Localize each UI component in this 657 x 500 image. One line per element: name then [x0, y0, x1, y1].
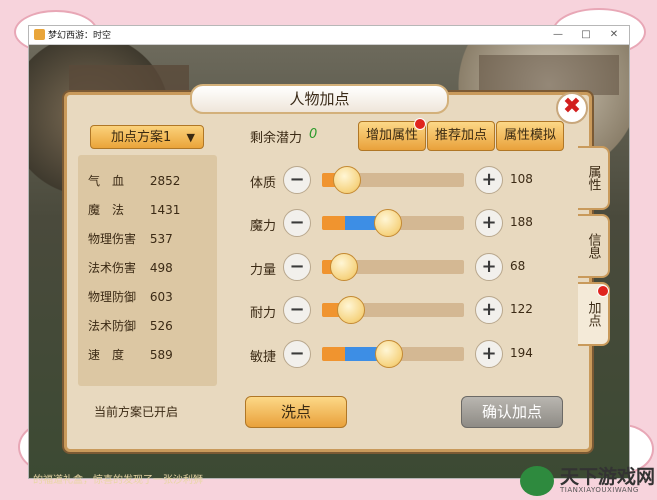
stat-value: 589	[149, 348, 173, 362]
attribute-slider[interactable]	[322, 253, 464, 281]
window-title: 梦幻西游：时空	[48, 31, 112, 41]
stat-value: 498	[149, 261, 173, 275]
close-icon[interactable]: ✖	[556, 92, 588, 124]
stat-row-hp: 气 血 2852	[88, 172, 180, 189]
watermark-url: TIANXIAYOUXIWANG	[560, 486, 639, 494]
attribute-slider[interactable]	[322, 209, 464, 237]
tab-attributes[interactable]: 属性	[578, 146, 610, 210]
minus-icon[interactable]: −	[283, 253, 311, 281]
app-icon	[34, 29, 45, 40]
attribute-label: 体质	[250, 176, 277, 191]
attribute-label: 力量	[250, 263, 277, 278]
window-titlebar: 梦幻西游：时空 — □ ✕	[29, 26, 629, 45]
stat-label: 物理防御	[88, 290, 137, 304]
attribute-value: 194	[510, 346, 533, 360]
chevron-down-icon: ▼	[186, 131, 195, 144]
attribute-label: 敏捷	[250, 350, 277, 365]
attribute-slider[interactable]	[322, 166, 464, 194]
attribute-value: 68	[510, 259, 526, 273]
stat-value: 1431	[149, 203, 181, 217]
plan-dropdown[interactable]: 加点方案1 ▼	[90, 125, 204, 149]
stat-value: 537	[149, 232, 173, 246]
watermark-name: 天下游戏网	[560, 466, 656, 488]
potential-value: 0	[309, 127, 318, 142]
tab-info[interactable]: 信息	[578, 214, 610, 278]
plus-icon[interactable]: +	[475, 253, 503, 281]
attribute-simulate-button[interactable]: 属性模拟	[496, 121, 564, 151]
plan-dropdown-label: 加点方案1	[111, 130, 172, 145]
site-logo-icon	[520, 466, 554, 496]
stat-value: 2852	[149, 174, 181, 188]
minus-icon[interactable]: −	[283, 166, 311, 194]
attribute-label: 耐力	[250, 306, 277, 321]
attribute-label: 魔力	[250, 219, 277, 234]
stats-list: 气 血 2852 魔 法 1431 物理伤害 537 法术伤害 498 物理防御…	[78, 155, 217, 386]
wash-points-button[interactable]: 洗点	[245, 396, 347, 428]
stat-value: 526	[149, 319, 173, 333]
attribute-slider[interactable]	[322, 296, 464, 324]
slider-handle[interactable]	[329, 253, 358, 281]
base-fill	[322, 216, 345, 230]
chat-message: 的福道礼盒，惊喜的发现了一张沙利狮	[33, 475, 203, 486]
plus-icon[interactable]: +	[475, 340, 503, 368]
stat-label: 速 度	[88, 348, 125, 362]
stat-row-magic-def: 法术防御 526	[88, 317, 173, 334]
stat-row-speed: 速 度 589	[88, 346, 173, 363]
base-fill	[322, 347, 345, 361]
confirm-points-button[interactable]: 确认加点	[461, 396, 563, 428]
attribute-value: 122	[510, 302, 533, 316]
recommend-points-button[interactable]: 推荐加点	[427, 121, 495, 151]
stat-row-mp: 魔 法 1431	[88, 201, 180, 218]
stat-row-phys-def: 物理防御 603	[88, 288, 173, 305]
slider-handle[interactable]	[373, 209, 402, 237]
close-window-button[interactable]: ✕	[601, 27, 627, 43]
minimize-button[interactable]: —	[545, 27, 571, 43]
stat-row-phys-atk: 物理伤害 537	[88, 230, 173, 247]
slider-handle[interactable]	[336, 296, 365, 324]
minus-icon[interactable]: −	[283, 209, 311, 237]
attribute-slider[interactable]	[322, 340, 464, 368]
stat-label: 法术防御	[88, 319, 137, 333]
plus-icon[interactable]: +	[475, 209, 503, 237]
attribute-value: 108	[510, 172, 533, 186]
panel-title: 人物加点	[190, 84, 449, 114]
notification-dot	[414, 118, 426, 130]
stat-row-magic-atk: 法术伤害 498	[88, 259, 173, 276]
plus-icon[interactable]: +	[475, 166, 503, 194]
plus-icon[interactable]: +	[475, 296, 503, 324]
slider-handle[interactable]	[332, 166, 361, 194]
stat-label: 法术伤害	[88, 261, 137, 275]
stat-value: 603	[149, 290, 173, 304]
site-watermark: 天下游戏网 TIANXIAYOUXIWANG	[520, 462, 657, 500]
minus-icon[interactable]: −	[283, 296, 311, 324]
scene-building-right	[479, 55, 619, 95]
attribute-value: 188	[510, 215, 533, 229]
current-plan-status: 当前方案已开启	[94, 405, 179, 419]
stat-label: 气 血	[88, 174, 125, 188]
minus-icon[interactable]: −	[283, 340, 311, 368]
stat-label: 魔 法	[88, 203, 125, 217]
maximize-button[interactable]: □	[573, 27, 599, 43]
notification-dot	[597, 285, 609, 297]
potential-label: 剩余潜力	[250, 131, 303, 146]
stat-label: 物理伤害	[88, 232, 137, 246]
